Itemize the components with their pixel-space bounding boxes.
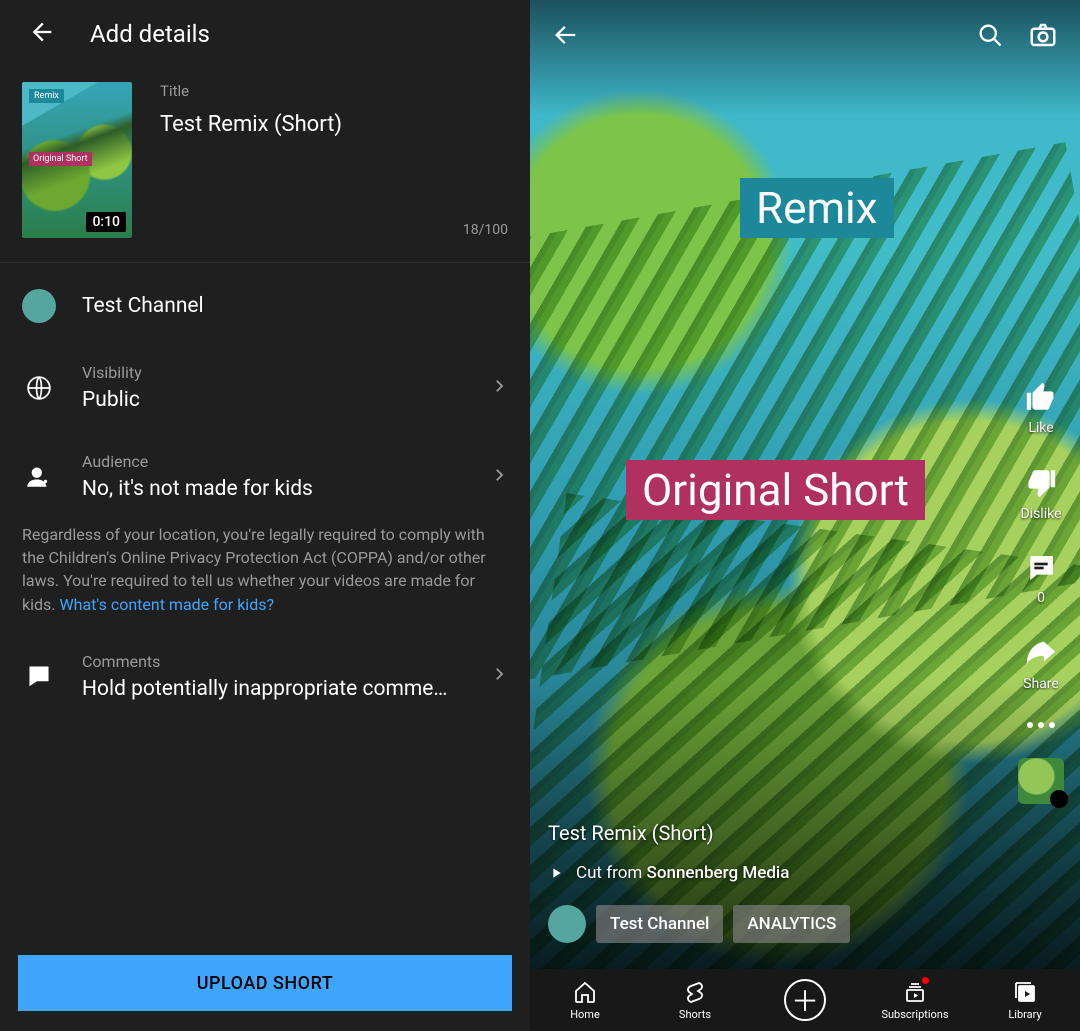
share-label: Share <box>1023 676 1059 692</box>
overlay-remix-label: Remix <box>740 178 894 238</box>
settings-list: Test Channel Visibility Public Audience … <box>0 263 530 727</box>
nav-library[interactable]: Library <box>970 969 1080 1031</box>
legal-link[interactable]: What's content made for kids? <box>59 595 274 614</box>
thumb-remix-badge: Remix <box>29 89 64 103</box>
cut-from-source: Sonnenberg Media <box>647 863 790 883</box>
bottom-nav: Home Shorts ＋ Subscriptions Library <box>530 969 1080 1031</box>
comments-row[interactable]: Comments Hold potentially inappropriate … <box>0 632 530 721</box>
search-icon[interactable] <box>976 21 1004 53</box>
channel-row: Test Channel ANALYTICS <box>548 905 990 943</box>
chevron-right-icon <box>490 377 508 399</box>
globe-icon <box>22 375 56 401</box>
like-button[interactable]: Like <box>1024 380 1058 436</box>
audio-playing-icon <box>1051 792 1065 806</box>
page-title: Add details <box>90 20 210 48</box>
nav-subscriptions[interactable]: Subscriptions <box>860 969 970 1031</box>
audience-icon <box>22 464 56 490</box>
overlay-original-label: Original Short <box>626 460 925 520</box>
like-label: Like <box>1028 420 1053 436</box>
nav-library-label: Library <box>1008 1008 1041 1021</box>
channel-name: Test Channel <box>82 294 204 318</box>
notification-dot <box>922 977 929 984</box>
back-icon[interactable] <box>28 18 56 50</box>
upload-short-button[interactable]: UPLOAD SHORT <box>18 955 512 1011</box>
thumb-original-badge: Original Short <box>29 152 92 166</box>
player-top-bar <box>552 20 1058 54</box>
visibility-row[interactable]: Visibility Public <box>0 343 530 432</box>
comments-label: Comments <box>82 652 464 671</box>
legal-notice: Regardless of your location, you're lega… <box>0 521 530 632</box>
thumb-duration: 0:10 <box>86 212 126 232</box>
dislike-label: Dislike <box>1020 506 1061 522</box>
title-section[interactable]: Remix Original Short 0:10 Title Test Rem… <box>0 68 530 263</box>
video-thumbnail[interactable]: Remix Original Short 0:10 <box>22 82 132 238</box>
audience-label: Audience <box>82 452 464 471</box>
analytics-chip[interactable]: ANALYTICS <box>733 905 850 943</box>
visibility-label: Visibility <box>82 363 464 382</box>
shorts-player-panel: Remix Original Short Like Dislike 0 Shar… <box>530 0 1080 1031</box>
player-back-icon[interactable] <box>552 21 580 53</box>
add-details-panel: Add details Remix Original Short 0:10 Ti… <box>0 0 530 1031</box>
audience-value: No, it's not made for kids <box>82 477 464 501</box>
chevron-right-icon <box>490 466 508 488</box>
camera-icon[interactable] <box>1028 20 1058 54</box>
nav-shorts[interactable]: Shorts <box>640 969 750 1031</box>
comments-count: 0 <box>1037 590 1045 606</box>
left-header: Add details <box>0 0 530 68</box>
channel-row[interactable]: Test Channel <box>0 269 530 343</box>
title-value[interactable]: Test Remix (Short) <box>160 112 508 137</box>
audio-source-thumb[interactable] <box>1018 758 1064 804</box>
cut-from-prefix: Cut from <box>576 863 642 883</box>
cut-from-row[interactable]: Cut from Sonnenberg Media <box>548 863 990 883</box>
title-label: Title <box>160 82 508 100</box>
player-channel-name[interactable]: Test Channel <box>596 905 723 943</box>
audience-row[interactable]: Audience No, it's not made for kids <box>0 432 530 521</box>
channel-avatar <box>22 289 56 323</box>
nav-shorts-label: Shorts <box>679 1008 711 1021</box>
side-action-rail: Like Dislike 0 Share <box>1018 380 1064 804</box>
nav-create[interactable]: ＋ <box>750 969 860 1031</box>
visibility-value: Public <box>82 388 464 412</box>
chevron-right-icon <box>490 665 508 687</box>
share-button[interactable]: Share <box>1023 636 1059 692</box>
nav-subscriptions-label: Subscriptions <box>881 1008 948 1021</box>
nav-home-label: Home <box>570 1008 600 1021</box>
dislike-button[interactable]: Dislike <box>1020 466 1061 522</box>
comments-button[interactable]: 0 <box>1025 552 1057 606</box>
nav-home[interactable]: Home <box>530 969 640 1031</box>
video-title[interactable]: Test Remix (Short) <box>548 821 990 845</box>
player-channel-avatar[interactable] <box>548 905 586 943</box>
title-counter: 18/100 <box>463 222 508 238</box>
video-info: Test Remix (Short) Cut from Sonnenberg M… <box>548 821 990 943</box>
more-button[interactable] <box>1027 722 1055 728</box>
plus-icon: ＋ <box>784 979 826 1021</box>
comment-icon <box>22 663 56 689</box>
comments-value: Hold potentially inappropriate comme… <box>82 677 464 701</box>
